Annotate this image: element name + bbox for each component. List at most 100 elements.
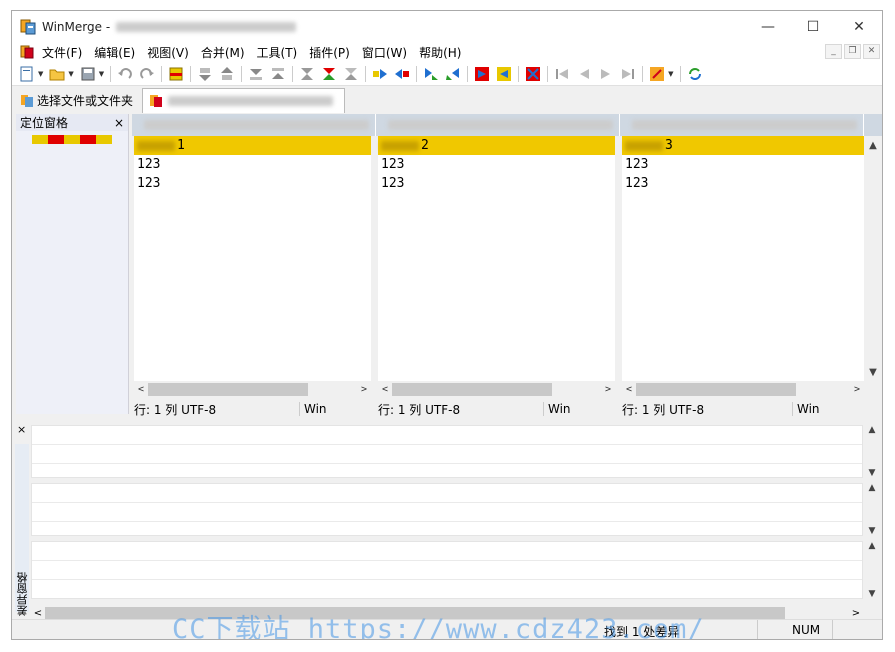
file-pane-right[interactable]: 3 123 123 < > bbox=[622, 136, 864, 398]
open-folder-icon[interactable] bbox=[48, 65, 66, 83]
scroll-down-icon[interactable]: ▼ bbox=[869, 468, 876, 478]
diff-scrollbar-middle[interactable]: ▲ ▼ bbox=[864, 483, 880, 536]
menu-plugins[interactable]: 插件(P) bbox=[303, 44, 356, 61]
save-icon[interactable] bbox=[79, 65, 97, 83]
first-bookmark-icon[interactable] bbox=[553, 65, 571, 83]
prev-conflict-icon[interactable] bbox=[342, 65, 360, 83]
scroll-left-icon[interactable]: < bbox=[31, 608, 45, 619]
diff-view-middle[interactable] bbox=[31, 483, 863, 536]
diff-pane-title: 差异窗格 bbox=[16, 572, 29, 616]
eol-type: Win bbox=[792, 402, 837, 416]
watermark: CC下载站 https://www.cdz423.com/ bbox=[172, 614, 705, 640]
diff-scrollbar-left[interactable]: ▲ ▼ bbox=[864, 425, 880, 478]
scrollbar-thumb[interactable] bbox=[392, 383, 552, 396]
redo-icon[interactable] bbox=[138, 65, 156, 83]
menu-merge[interactable]: 合并(M) bbox=[195, 44, 251, 61]
location-pane-close-icon[interactable]: × bbox=[114, 116, 124, 130]
horizontal-scrollbar[interactable]: < > bbox=[378, 381, 615, 398]
file-header-right[interactable] bbox=[620, 114, 864, 136]
scrollbar-thumb[interactable] bbox=[148, 383, 308, 396]
new-file-icon[interactable] bbox=[18, 65, 36, 83]
merge-doc-icon bbox=[150, 95, 162, 107]
diff-view-right[interactable] bbox=[31, 541, 863, 599]
scroll-down-icon[interactable]: ▼ bbox=[864, 367, 882, 378]
eol-type: Win bbox=[299, 402, 344, 416]
all-right-icon[interactable] bbox=[524, 65, 542, 83]
menu-edit[interactable]: 编辑(E) bbox=[88, 44, 141, 61]
copy-left-advance-icon[interactable] bbox=[444, 65, 462, 83]
copy-right-icon[interactable] bbox=[371, 65, 389, 83]
refresh-icon[interactable] bbox=[686, 65, 704, 83]
next-diff-icon[interactable] bbox=[196, 65, 214, 83]
scroll-right-icon[interactable]: > bbox=[849, 608, 863, 619]
location-map-block bbox=[64, 135, 80, 144]
scroll-left-icon[interactable]: < bbox=[622, 384, 636, 395]
mdi-restore-button[interactable]: ❐ bbox=[844, 44, 861, 59]
last-diff-icon[interactable] bbox=[269, 65, 287, 83]
minimize-button[interactable]: — bbox=[745, 11, 791, 42]
vertical-scrollbar[interactable]: ▲ ▼ bbox=[864, 136, 882, 398]
horizontal-scrollbar[interactable]: < > bbox=[134, 381, 371, 398]
menu-file[interactable]: 文件(F) bbox=[36, 44, 88, 61]
new-dropdown-icon[interactable]: ▼ bbox=[38, 70, 43, 78]
scroll-up-icon[interactable]: ▲ bbox=[869, 483, 876, 493]
copy-to-left-icon[interactable] bbox=[495, 65, 513, 83]
text-line: 123 bbox=[137, 157, 161, 172]
scroll-right-icon[interactable]: > bbox=[601, 384, 615, 395]
location-map-block bbox=[32, 135, 48, 144]
prev-bookmark-icon[interactable] bbox=[575, 65, 593, 83]
file-pane-middle[interactable]: 2 123 123 < > bbox=[378, 136, 615, 398]
scroll-up-icon[interactable]: ▲ bbox=[864, 140, 882, 151]
winmerge-window: WinMerge - — ☐ ✕ 文件(F) 编辑(E) 视图(V) 合并(M)… bbox=[11, 10, 883, 640]
diff-line: 2 bbox=[378, 136, 615, 155]
scroll-up-icon[interactable]: ▲ bbox=[869, 425, 876, 435]
copy-left-icon[interactable] bbox=[393, 65, 411, 83]
last-bookmark-icon[interactable] bbox=[619, 65, 637, 83]
scroll-down-icon[interactable]: ▼ bbox=[869, 589, 876, 599]
file-pane-left[interactable]: 1 123 123 < > bbox=[134, 136, 371, 398]
tab-merge-doc[interactable] bbox=[142, 88, 345, 113]
next-conflict-icon[interactable] bbox=[320, 65, 338, 83]
close-button[interactable]: ✕ bbox=[836, 11, 882, 42]
edit-dropdown-icon[interactable]: ▼ bbox=[668, 70, 673, 78]
menu-view[interactable]: 视图(V) bbox=[141, 44, 195, 61]
location-map-block bbox=[48, 135, 64, 144]
tab-select-files[interactable]: 选择文件或文件夹 bbox=[14, 88, 140, 113]
open-dropdown-icon[interactable]: ▼ bbox=[68, 70, 73, 78]
diff-pane-close-icon[interactable]: × bbox=[17, 423, 26, 436]
toolbar: ▼ ▼ ▼ ▼ bbox=[12, 62, 882, 86]
file-header-middle[interactable] bbox=[376, 114, 620, 136]
scroll-up-icon[interactable]: ▲ bbox=[869, 541, 876, 551]
save-dropdown-icon[interactable]: ▼ bbox=[99, 70, 104, 78]
scroll-down-icon[interactable]: ▼ bbox=[869, 526, 876, 536]
copy-to-right-icon[interactable] bbox=[473, 65, 491, 83]
undo-icon[interactable] bbox=[116, 65, 134, 83]
document-menu-icon[interactable] bbox=[20, 45, 34, 59]
scroll-right-icon[interactable]: > bbox=[850, 384, 864, 395]
menu-window[interactable]: 窗口(W) bbox=[356, 44, 413, 61]
mdi-minimize-button[interactable]: _ bbox=[825, 44, 842, 59]
scroll-left-icon[interactable]: < bbox=[134, 384, 148, 395]
first-diff-icon[interactable] bbox=[247, 65, 265, 83]
prev-diff-icon[interactable] bbox=[218, 65, 236, 83]
file-headers bbox=[132, 114, 882, 136]
location-map[interactable] bbox=[32, 135, 112, 144]
edit-icon[interactable] bbox=[648, 65, 666, 83]
diff-scrollbar-right[interactable]: ▲ ▼ bbox=[864, 541, 880, 599]
current-diff-icon[interactable] bbox=[298, 65, 316, 83]
options-icon[interactable] bbox=[167, 65, 185, 83]
next-bookmark-icon[interactable] bbox=[597, 65, 615, 83]
maximize-button[interactable]: ☐ bbox=[790, 11, 836, 42]
scrollbar-thumb[interactable] bbox=[636, 383, 796, 396]
file-header-left[interactable] bbox=[132, 114, 376, 136]
copy-right-advance-icon[interactable] bbox=[422, 65, 440, 83]
diff-view-left[interactable] bbox=[31, 425, 863, 478]
scroll-left-icon[interactable]: < bbox=[378, 384, 392, 395]
mdi-close-button[interactable]: ✕ bbox=[863, 44, 880, 59]
menu-tools[interactable]: 工具(T) bbox=[251, 44, 304, 61]
redacted-title bbox=[116, 21, 297, 32]
horizontal-scrollbar[interactable]: < > bbox=[622, 381, 864, 398]
menu-help[interactable]: 帮助(H) bbox=[413, 44, 467, 61]
winmerge-icon bbox=[21, 94, 33, 107]
scroll-right-icon[interactable]: > bbox=[357, 384, 371, 395]
